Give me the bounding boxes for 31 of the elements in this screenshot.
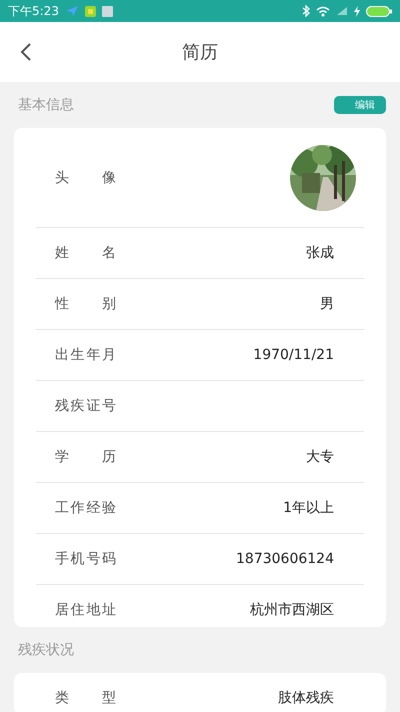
field-label: 出生年月 — [55, 346, 116, 364]
field-value: 男 — [320, 295, 334, 313]
charging-icon — [354, 6, 360, 16]
field-label: 居住地址 — [55, 601, 116, 619]
field-value: 肢体残疾 — [278, 689, 334, 707]
field-value: 杭州市西湖区 — [250, 601, 334, 619]
field-value: 大专 — [306, 448, 334, 466]
field-label: 手机号码 — [55, 550, 116, 568]
page-title: 简历 — [182, 41, 218, 64]
image-icon — [102, 6, 113, 16]
edit-button[interactable]: 编辑 — [334, 96, 386, 114]
back-icon[interactable] — [20, 42, 32, 62]
status-time: 下午5:23 — [8, 2, 59, 20]
field-value: 1970/11/21 — [253, 347, 334, 363]
bluetooth-icon — [302, 5, 310, 17]
field-label: 工作经验 — [55, 499, 116, 517]
section-title: 残疾状况 — [18, 641, 74, 659]
battery-icon — [366, 6, 392, 16]
wifi-icon — [316, 6, 330, 16]
section-title: 基本信息 — [18, 96, 74, 114]
field-label: 学历 — [55, 448, 116, 466]
app-icon — [84, 6, 96, 16]
field-value: 18730606124 — [236, 551, 334, 567]
field-label: 类型 — [55, 689, 116, 707]
field-value: 张成 — [306, 244, 334, 262]
field-label: 残疾证号 — [55, 397, 116, 415]
signal-icon — [336, 6, 348, 16]
field-value: 1年以上 — [283, 499, 334, 517]
field-label: 姓名 — [55, 244, 116, 262]
field-label: 头像 — [55, 168, 116, 186]
field-label: 性别 — [55, 295, 116, 313]
